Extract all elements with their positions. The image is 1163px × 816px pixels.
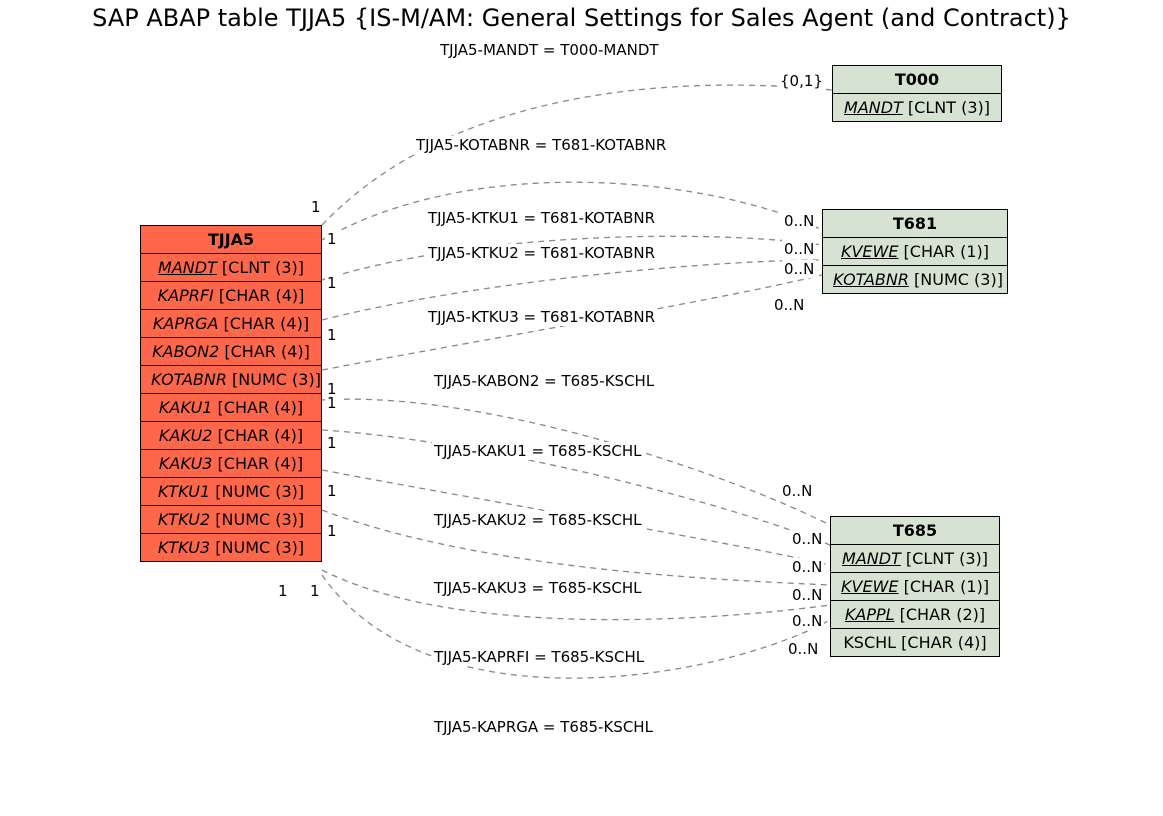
rel-kaku3: TJJA5-KAKU3 = T685-KSCHL (432, 579, 644, 597)
field-t000-mandt: MANDT [CLNT (3)] (833, 94, 1001, 121)
field-kaku1: KAKU1 [CHAR (4)] (141, 394, 321, 422)
field-ktku2: KTKU2 [NUMC (3)] (141, 506, 321, 534)
field-t685-kvewe: KVEWE [CHAR (1)] (831, 573, 999, 601)
entity-tjja5-header: TJJA5 (141, 226, 321, 254)
field-t681-kotabnr: KOTABNR [NUMC (3)] (823, 266, 1007, 293)
field-t681-kvewe: KVEWE [CHAR (1)] (823, 238, 1007, 266)
card-8-right: 0..N (790, 558, 824, 576)
card-10-left: 1 (276, 582, 290, 600)
card-4-left: 1 (325, 326, 339, 344)
card-6-right: 0..N (780, 482, 814, 500)
rel-kaprfi: TJJA5-KAPRFI = T685-KSCHL (432, 648, 646, 666)
entity-t681-header: T681 (823, 210, 1007, 238)
field-kotabnr: KOTABNR [NUMC (3)] (141, 366, 321, 394)
diagram-title: SAP ABAP table TJJA5 {IS-M/AM: General S… (0, 4, 1163, 32)
card-6-left: 1 (325, 394, 339, 412)
field-kaprfi: KAPRFI [CHAR (4)] (141, 282, 321, 310)
field-ktku3: KTKU3 [NUMC (3)] (141, 534, 321, 561)
field-t685-kappl: KAPPL [CHAR (2)] (831, 601, 999, 629)
card-1-left: 1 (309, 198, 323, 216)
rel-kaku1: TJJA5-KAKU1 = T685-KSCHL (432, 442, 644, 460)
rel-ktku1: TJJA5-KTKU1 = T681-KOTABNR (426, 209, 657, 227)
field-t685-kschl: KSCHL [CHAR (4)] (831, 629, 999, 656)
card-7-left: 1 (325, 434, 339, 452)
card-7-right: 0..N (790, 530, 824, 548)
card-3-left: 1 (325, 274, 339, 292)
field-kabon2: KABON2 [CHAR (4)] (141, 338, 321, 366)
rel-kotabnr: TJJA5-KOTABNR = T681-KOTABNR (414, 136, 668, 154)
card-2-left: 1 (325, 230, 339, 248)
rel-ktku2: TJJA5-KTKU2 = T681-KOTABNR (426, 244, 657, 262)
rel-ktku3: TJJA5-KTKU3 = T681-KOTABNR (426, 308, 657, 326)
rel-kabon2: TJJA5-KABON2 = T685-KSCHL (432, 372, 656, 390)
field-mandt: MANDT [CLNT (3)] (141, 254, 321, 282)
field-kaku3: KAKU3 [CHAR (4)] (141, 450, 321, 478)
card-9-left: 1 (325, 522, 339, 540)
entity-tjja5: TJJA5 MANDT [CLNT (3)] KAPRFI [CHAR (4)]… (140, 225, 322, 562)
card-8-left: 1 (325, 482, 339, 500)
card-11-right: 0..N (786, 640, 820, 658)
card-1-right: {0,1} (778, 72, 825, 90)
entity-t681: T681 KVEWE [CHAR (1)] KOTABNR [NUMC (3)] (822, 209, 1008, 294)
entity-t685: T685 MANDT [CLNT (3)] KVEWE [CHAR (1)] K… (830, 516, 1000, 657)
rel-mandt: TJJA5-MANDT = T000-MANDT (438, 41, 661, 59)
card-9-right: 0..N (790, 586, 824, 604)
card-11-left: 1 (308, 582, 322, 600)
entity-t685-header: T685 (831, 517, 999, 545)
card-2-right: 0..N (782, 212, 816, 230)
entity-t000: T000 MANDT [CLNT (3)] (832, 65, 1002, 122)
card-5-right: 0..N (772, 296, 806, 314)
rel-kaprga: TJJA5-KAPRGA = T685-KSCHL (432, 718, 655, 736)
field-t685-mandt: MANDT [CLNT (3)] (831, 545, 999, 573)
field-ktku1: KTKU1 [NUMC (3)] (141, 478, 321, 506)
rel-kaku2: TJJA5-KAKU2 = T685-KSCHL (432, 511, 644, 529)
card-10-right: 0..N (790, 612, 824, 630)
entity-t000-header: T000 (833, 66, 1001, 94)
field-kaprga: KAPRGA [CHAR (4)] (141, 310, 321, 338)
field-kaku2: KAKU2 [CHAR (4)] (141, 422, 321, 450)
card-3-right: 0..N (782, 240, 816, 258)
card-4-right: 0..N (782, 260, 816, 278)
